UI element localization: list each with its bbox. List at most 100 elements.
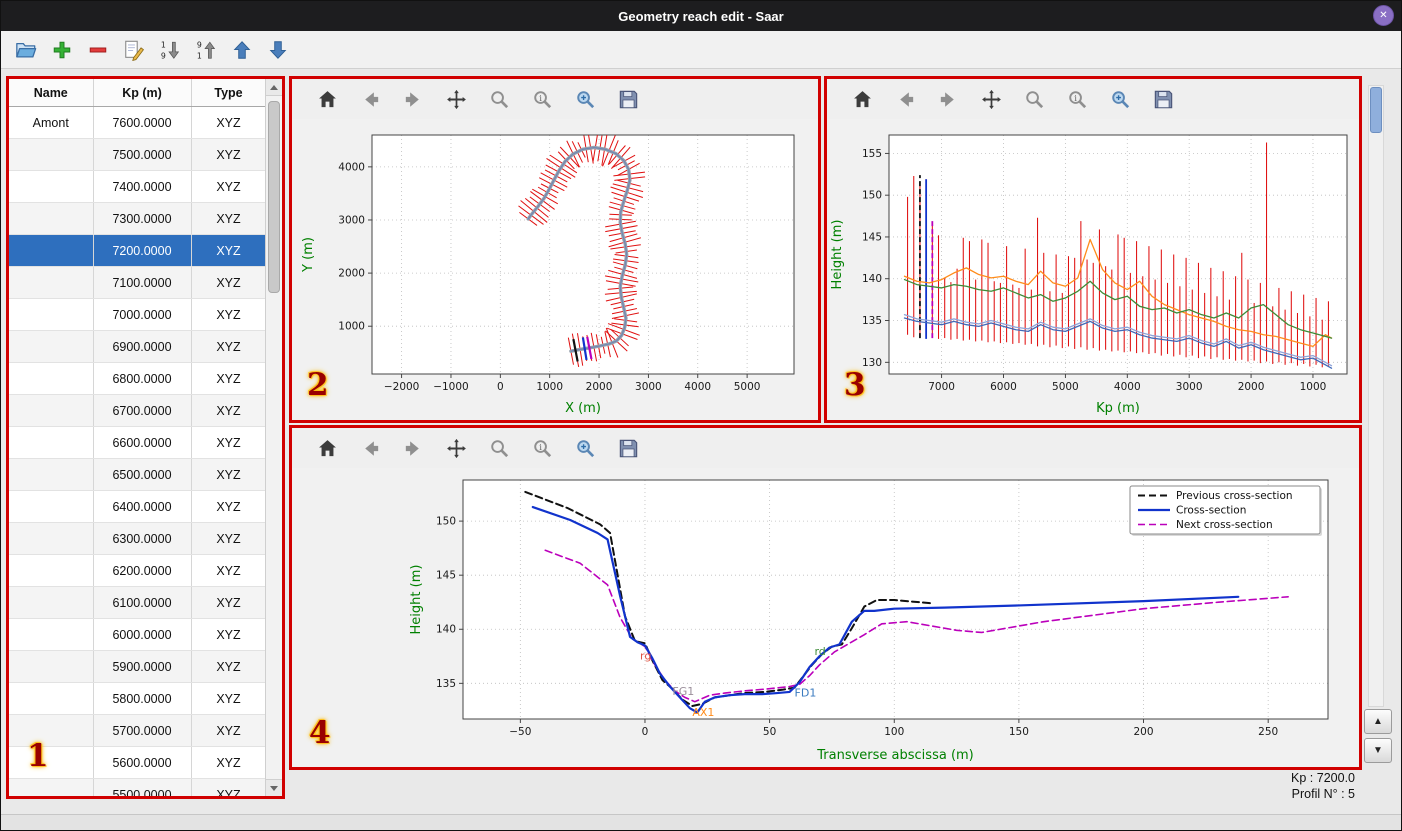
zoom-button[interactable] [1021, 86, 1047, 112]
cell-name[interactable] [9, 682, 94, 715]
table-row[interactable]: 6800.0000 XYZ [9, 362, 265, 395]
cell-name[interactable] [9, 266, 94, 299]
cell-type[interactable]: XYZ [191, 298, 265, 331]
table-scroll-down-button[interactable] [266, 779, 282, 796]
cell-kp[interactable]: 7400.0000 [93, 170, 192, 203]
zoom-info-button[interactable]: i [1064, 86, 1090, 112]
main-scrollbar[interactable] [1368, 85, 1384, 707]
cell-kp[interactable]: 5800.0000 [93, 682, 192, 715]
table-row[interactable]: 6400.0000 XYZ [9, 490, 265, 523]
forward-button[interactable] [400, 86, 426, 112]
edit-profile-button[interactable] [121, 37, 147, 63]
sort-ascending-button[interactable]: 19 [157, 37, 183, 63]
cell-type[interactable]: XYZ [191, 202, 265, 235]
table-row[interactable]: 5900.0000 XYZ [9, 650, 265, 683]
remove-profile-button[interactable] [85, 37, 111, 63]
cell-name[interactable] [9, 458, 94, 491]
table-row[interactable]: 6500.0000 XYZ [9, 458, 265, 491]
cell-kp[interactable]: 6000.0000 [93, 618, 192, 651]
cell-name[interactable] [9, 778, 94, 796]
cell-type[interactable]: XYZ [191, 106, 265, 139]
table-row[interactable]: 6200.0000 XYZ [9, 554, 265, 587]
table-row[interactable]: 7300.0000 XYZ [9, 202, 265, 235]
cell-kp[interactable]: 6400.0000 [93, 490, 192, 523]
cell-kp[interactable]: 7300.0000 [93, 202, 192, 235]
cell-kp[interactable]: 6100.0000 [93, 586, 192, 619]
cell-kp[interactable]: 6300.0000 [93, 522, 192, 555]
pan-button[interactable] [443, 435, 469, 461]
cell-kp[interactable]: 7500.0000 [93, 138, 192, 171]
cell-type[interactable]: XYZ [191, 714, 265, 747]
cell-name[interactable] [9, 202, 94, 235]
cell-kp[interactable]: 7100.0000 [93, 266, 192, 299]
cell-type[interactable]: XYZ [191, 266, 265, 299]
cell-name[interactable] [9, 746, 94, 779]
cell-name[interactable] [9, 554, 94, 587]
cell-kp[interactable]: 6800.0000 [93, 362, 192, 395]
table-row[interactable]: 6300.0000 XYZ [9, 522, 265, 555]
cell-name[interactable] [9, 522, 94, 555]
table-scrollbar[interactable] [265, 79, 282, 796]
main-scrollbar-thumb[interactable] [1370, 87, 1382, 133]
move-profile-up-button[interactable] [229, 37, 255, 63]
open-geometry-button[interactable] [13, 37, 39, 63]
cell-kp[interactable]: 5500.0000 [93, 778, 192, 796]
cell-name[interactable] [9, 298, 94, 331]
cell-kp[interactable]: 5900.0000 [93, 650, 192, 683]
forward-button[interactable] [935, 86, 961, 112]
cell-kp[interactable]: 7600.0000 [93, 106, 192, 139]
home-button[interactable] [849, 86, 875, 112]
cell-type[interactable]: XYZ [191, 330, 265, 363]
cell-name[interactable] [9, 426, 94, 459]
profile-down-button[interactable]: ▼ [1364, 738, 1392, 763]
cell-kp[interactable]: 6500.0000 [93, 458, 192, 491]
cell-name[interactable] [9, 234, 94, 267]
table-row[interactable]: 6700.0000 XYZ [9, 394, 265, 427]
table-row[interactable]: 5800.0000 XYZ [9, 682, 265, 715]
cell-type[interactable]: XYZ [191, 138, 265, 171]
zoom-info-button[interactable]: i [529, 435, 555, 461]
table-scrollbar-thumb[interactable] [268, 101, 280, 293]
cell-type[interactable]: XYZ [191, 458, 265, 491]
cell-type[interactable]: XYZ [191, 586, 265, 619]
table-row[interactable]: 5500.0000 XYZ [9, 778, 265, 796]
cell-type[interactable]: XYZ [191, 650, 265, 683]
titlebar[interactable]: Geometry reach edit - Saar ✕ [1, 1, 1401, 31]
add-profile-button[interactable] [49, 37, 75, 63]
back-button[interactable] [357, 86, 383, 112]
zoom-settings-button[interactable] [1107, 86, 1133, 112]
cell-type[interactable]: XYZ [191, 234, 265, 267]
cell-type[interactable]: XYZ [191, 426, 265, 459]
cell-name[interactable] [9, 394, 94, 427]
table-row[interactable]: 7000.0000 XYZ [9, 298, 265, 331]
zoom-button[interactable] [486, 86, 512, 112]
cell-name[interactable] [9, 362, 94, 395]
table-row[interactable]: 6100.0000 XYZ [9, 586, 265, 619]
sections-table[interactable]: Name Kp (m) Type Amont 7600.0000 XYZ 7500.000… [9, 79, 265, 796]
move-profile-down-button[interactable] [265, 37, 291, 63]
profile-up-button[interactable]: ▲ [1364, 709, 1392, 734]
zoom-button[interactable] [486, 435, 512, 461]
sort-descending-button[interactable]: 91 [193, 37, 219, 63]
cell-kp[interactable]: 5700.0000 [93, 714, 192, 747]
cell-name[interactable] [9, 650, 94, 683]
cell-kp[interactable]: 5600.0000 [93, 746, 192, 779]
table-row[interactable]: 7200.0000 XYZ [9, 234, 265, 267]
table-row[interactable]: 6000.0000 XYZ [9, 618, 265, 651]
cell-name[interactable] [9, 618, 94, 651]
cell-type[interactable]: XYZ [191, 778, 265, 796]
forward-button[interactable] [400, 435, 426, 461]
save-figure-button[interactable] [1150, 86, 1176, 112]
cell-type[interactable]: XYZ [191, 170, 265, 203]
cell-type[interactable]: XYZ [191, 618, 265, 651]
table-row[interactable]: 7500.0000 XYZ [9, 138, 265, 171]
cell-kp[interactable]: 6900.0000 [93, 330, 192, 363]
table-scroll-up-button[interactable] [266, 79, 282, 96]
cell-name[interactable] [9, 330, 94, 363]
cell-type[interactable]: XYZ [191, 362, 265, 395]
save-figure-button[interactable] [615, 86, 641, 112]
table-row[interactable]: 7400.0000 XYZ [9, 170, 265, 203]
save-figure-button[interactable] [615, 435, 641, 461]
cell-name[interactable] [9, 170, 94, 203]
cell-name[interactable] [9, 586, 94, 619]
